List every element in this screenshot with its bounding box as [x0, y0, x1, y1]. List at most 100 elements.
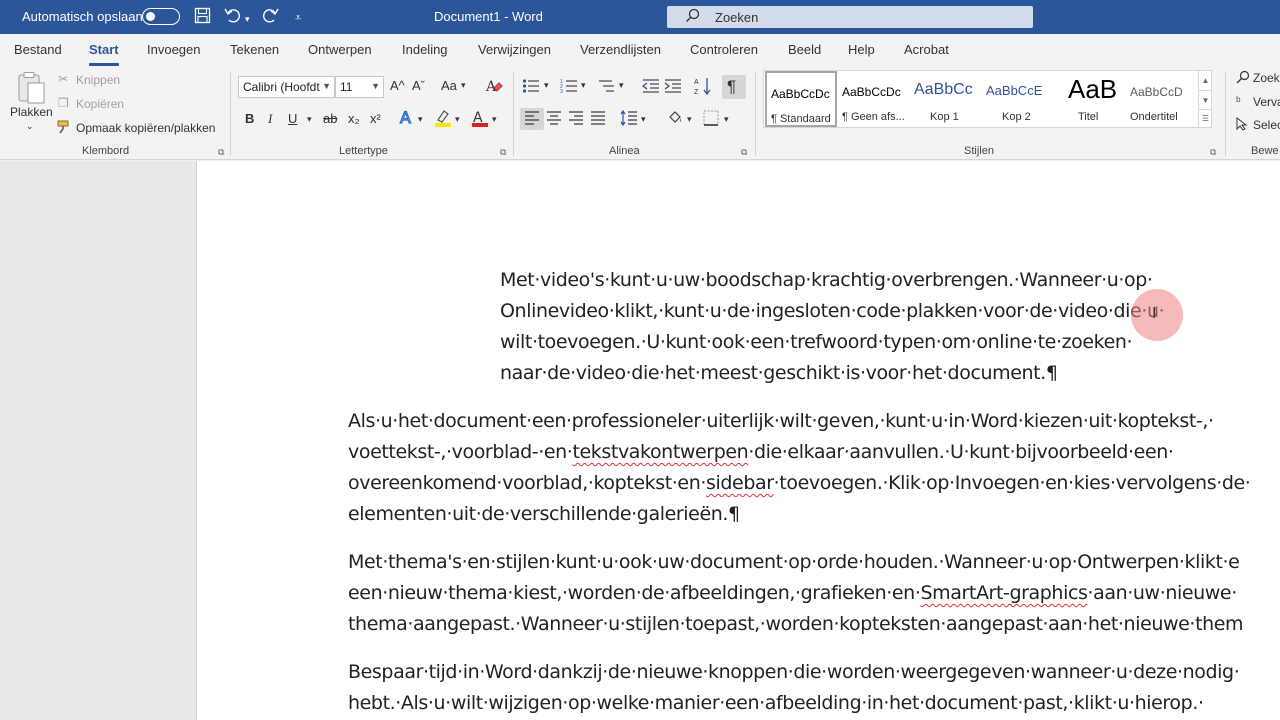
strikethrough-button[interactable]: ab — [323, 111, 337, 126]
grow-font-button[interactable]: A^ — [390, 78, 405, 93]
text-cursor-icon: I — [1152, 305, 1157, 322]
tab-tekenen[interactable]: Tekenen — [230, 42, 279, 57]
bullets-dropdown-icon[interactable]: ▾ — [544, 80, 549, 91]
superscript-button[interactable]: x² — [370, 111, 381, 126]
shading-icon[interactable] — [666, 109, 684, 130]
cut-button[interactable]: Knippen — [76, 73, 120, 87]
borders-icon[interactable] — [703, 110, 719, 129]
tab-verwijzingen[interactable]: Verwijzingen — [478, 42, 551, 57]
copy-button[interactable]: Kopiëren — [76, 97, 124, 111]
style-geen-afstand[interactable]: AaBbCcDc ¶ Geen afs... — [838, 71, 910, 127]
styles-more-icon[interactable]: ☰ — [1199, 109, 1212, 127]
borders-dropdown-icon[interactable]: ▾ — [724, 114, 729, 125]
decrease-indent-icon[interactable] — [641, 78, 660, 97]
shrink-font-button[interactable]: Aˇ — [412, 78, 425, 93]
paragraph-2[interactable]: Als·u·het·document·een·professioneler·ui… — [348, 406, 1251, 530]
line-spacing-dropdown-icon[interactable]: ▾ — [641, 114, 646, 125]
cut-icon[interactable]: ✂ — [58, 72, 68, 86]
underline-dropdown-icon[interactable]: ▾ — [307, 114, 312, 125]
justify-icon[interactable] — [590, 111, 606, 128]
tab-invoegen[interactable]: Invoegen — [147, 42, 201, 57]
subscript-button[interactable]: x₂ — [348, 111, 360, 126]
select-button[interactable]: Selec — [1253, 118, 1280, 132]
undo-icon[interactable] — [224, 7, 242, 30]
style-ondertitel[interactable]: AaBbCcD Ondertitel — [1126, 71, 1198, 127]
paragraph-4[interactable]: Bespaar·tijd·in·Word·dankzij·de·nieuwe·k… — [348, 657, 1240, 719]
paste-dropdown-icon[interactable]: ⌄ — [26, 121, 34, 132]
styles-launcher-icon[interactable]: ⧉ — [1210, 147, 1216, 158]
font-size-dropdown[interactable]: 11 ▼ — [335, 76, 384, 98]
increase-indent-icon[interactable] — [664, 78, 682, 97]
font-launcher-icon[interactable]: ⧉ — [500, 147, 506, 158]
find-button[interactable]: Zoek — [1253, 71, 1280, 85]
highlight-dropdown-icon[interactable]: ▾ — [455, 114, 460, 125]
style-kop-2[interactable]: AaBbCcE Kop 2 — [982, 71, 1054, 127]
select-icon[interactable] — [1236, 116, 1248, 134]
paste-button[interactable]: Plakken — [10, 105, 53, 119]
search-box[interactable]: Zoeken — [667, 6, 1033, 28]
text-line: Met·thema's·en·stijlen·kunt·u·ook·uw·doc… — [348, 551, 1240, 573]
change-case-button[interactable]: Aa — [441, 78, 457, 93]
misspelled-word[interactable]: tekstvakontwerpen — [572, 441, 748, 463]
tab-start[interactable]: Start — [89, 42, 119, 66]
tab-indeling[interactable]: Indeling — [402, 42, 448, 57]
multilevel-list-icon[interactable] — [597, 78, 615, 97]
svg-text:A: A — [400, 108, 411, 126]
text-effects-icon[interactable]: A — [398, 107, 416, 129]
tab-beeld[interactable]: Beeld — [788, 42, 821, 57]
redo-icon[interactable] — [261, 7, 279, 30]
group-label-font: Lettertype — [339, 145, 388, 157]
save-icon[interactable] — [194, 7, 211, 30]
font-color-dropdown-icon[interactable]: ▾ — [492, 114, 497, 125]
shading-dropdown-icon[interactable]: ▾ — [687, 114, 692, 125]
replace-button[interactable]: Verva — [1253, 95, 1280, 109]
font-name-dropdown[interactable]: Calibri (Hoofdt ▼ — [238, 76, 335, 98]
copy-icon[interactable]: ❐ — [58, 96, 69, 110]
find-icon[interactable] — [1236, 70, 1250, 87]
style-sample: AaBbCcD — [1130, 85, 1183, 99]
italic-button[interactable]: I — [268, 111, 272, 127]
format-painter-icon[interactable] — [57, 120, 73, 137]
chevron-up-icon[interactable]: ▲ — [1199, 71, 1212, 90]
tab-bestand[interactable]: Bestand — [14, 42, 62, 57]
bullets-icon[interactable] — [522, 78, 540, 97]
tab-ontwerpen[interactable]: Ontwerpen — [308, 42, 372, 57]
clipboard-launcher-icon[interactable]: ⧉ — [218, 147, 224, 158]
highlight-icon[interactable] — [433, 108, 453, 131]
underline-button[interactable]: U — [288, 111, 297, 126]
tab-controleren[interactable]: Controleren — [690, 42, 758, 57]
style-titel[interactable]: AaB Titel — [1054, 71, 1126, 127]
clear-formatting-icon[interactable]: A — [485, 77, 503, 98]
undo-dropdown-icon[interactable]: ▾ — [245, 9, 250, 29]
paragraph-launcher-icon[interactable]: ⧉ — [741, 147, 747, 158]
chevron-down-icon[interactable]: ▼ — [1199, 90, 1212, 109]
line-spacing-icon[interactable] — [620, 109, 638, 129]
numbering-dropdown-icon[interactable]: ▾ — [581, 80, 586, 91]
font-color-icon[interactable]: A — [470, 108, 490, 131]
misspelled-word[interactable]: SmartArt-graphics — [920, 582, 1087, 604]
format-painter-button[interactable]: Opmaak kopiëren/plakken — [76, 121, 215, 135]
change-case-dropdown-icon[interactable]: ▾ — [461, 80, 466, 91]
paste-icon[interactable] — [14, 71, 48, 108]
align-center-icon[interactable] — [546, 111, 562, 128]
style-kop-1[interactable]: AaBbCc Kop 1 — [910, 71, 982, 127]
text-effects-dropdown-icon[interactable]: ▾ — [418, 114, 423, 125]
style-standaard[interactable]: AaBbCcDc ¶ Standaard — [765, 71, 837, 127]
document-page[interactable]: Met·video's·kunt·u·uw·boodschap·krachtig… — [196, 161, 1280, 720]
replace-icon[interactable]: ᵇ — [1236, 94, 1241, 108]
customize-toolbar-icon[interactable]: ⩡ — [295, 8, 301, 28]
tab-verzendlijsten[interactable]: Verzendlijsten — [580, 42, 661, 57]
paragraph-3[interactable]: Met·thema's·en·stijlen·kunt·u·ook·uw·doc… — [348, 547, 1244, 640]
numbering-icon[interactable]: 123 — [560, 78, 578, 97]
paragraph-1[interactable]: Met·video's·kunt·u·uw·boodschap·krachtig… — [500, 265, 1165, 389]
tab-acrobat[interactable]: Acrobat — [904, 42, 949, 57]
align-right-icon[interactable] — [568, 111, 584, 128]
multilevel-dropdown-icon[interactable]: ▾ — [619, 80, 624, 91]
separator — [513, 72, 514, 156]
tab-help[interactable]: Help — [848, 42, 875, 57]
styles-scrollbar[interactable]: ▲ ▼ ☰ — [1198, 71, 1212, 128]
bold-button[interactable]: B — [245, 111, 254, 126]
sort-icon[interactable]: AZ — [694, 76, 712, 99]
misspelled-word[interactable]: sidebar — [706, 472, 774, 494]
autosave-toggle[interactable] — [142, 8, 180, 25]
